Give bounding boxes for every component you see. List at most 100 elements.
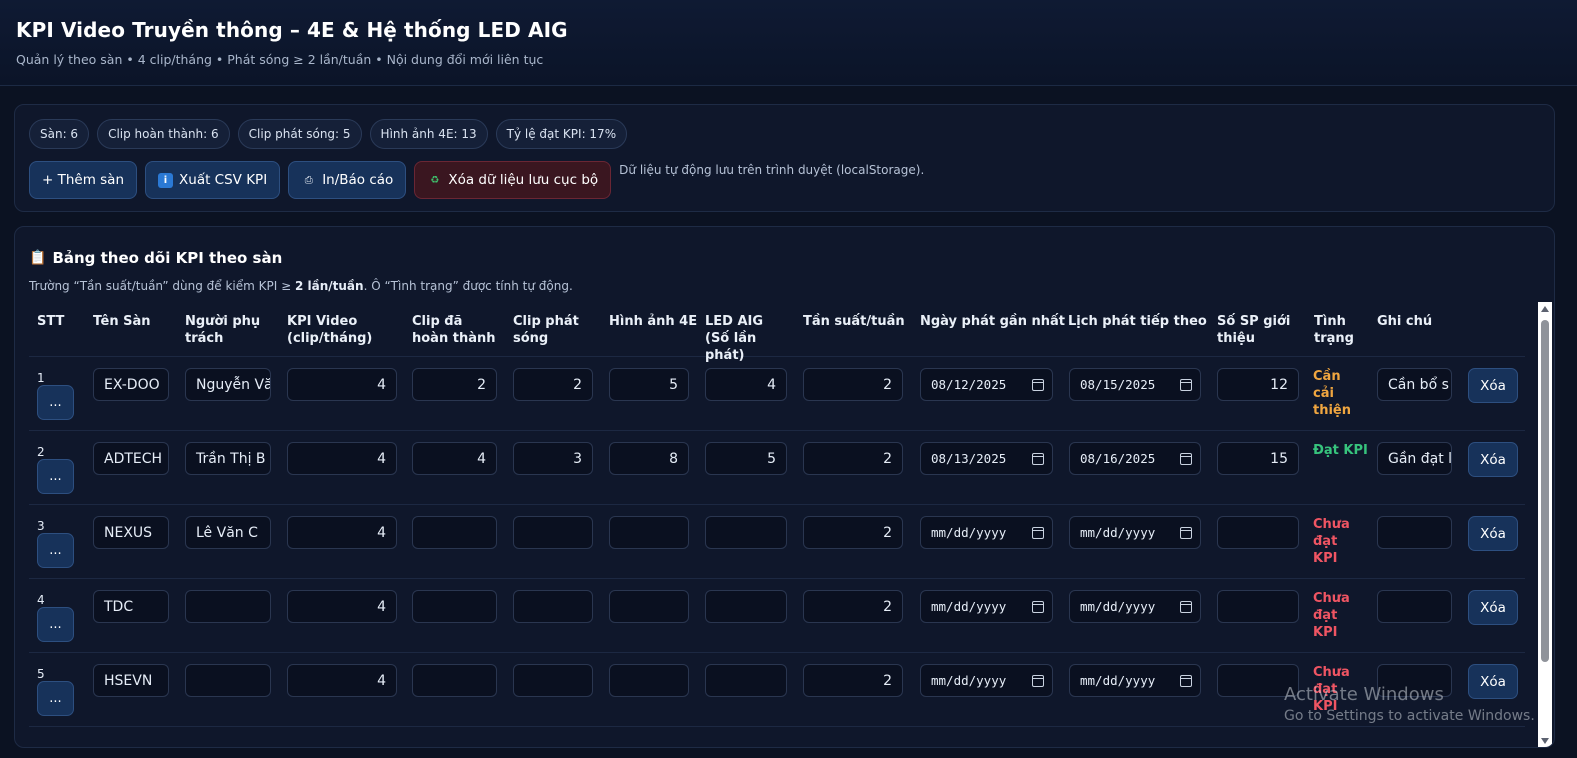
ghi-chu-input[interactable] — [1377, 590, 1452, 623]
row-menu-button[interactable]: ... — [37, 533, 74, 568]
table-row: 2... ADTECH Trần Thị B 4 4 3 8 5 2 08/13/2025 08/1… — [29, 431, 1525, 505]
stat-chip-san: Sàn: 6 — [29, 119, 90, 149]
row-menu-button[interactable]: ... — [37, 385, 74, 420]
so-sp-input[interactable]: 12 — [1217, 368, 1299, 401]
delete-row-button[interactable]: Xóa — [1468, 442, 1518, 477]
clip-hoan-thanh-input[interactable] — [412, 516, 497, 549]
ngay-phat-input[interactable]: mm/dd/yyyy — [920, 590, 1053, 623]
clip-phat-song-input[interactable] — [513, 516, 593, 549]
lich-phat-input[interactable]: mm/dd/yyyy — [1069, 516, 1201, 549]
table-scrollbar[interactable] — [1538, 302, 1552, 747]
clip-hoan-thanh-input[interactable]: 4 — [412, 442, 497, 475]
hinh-anh-4e-input[interactable] — [609, 516, 689, 549]
nguoi-phu-trach-input[interactable] — [185, 590, 271, 623]
row-stt: 5 — [37, 667, 45, 681]
lich-phat-input[interactable]: 08/15/2025 — [1069, 368, 1201, 401]
tan-suat-input[interactable]: 2 — [803, 442, 903, 475]
delete-row-button[interactable]: Xóa — [1468, 368, 1518, 403]
clip-phat-song-input[interactable]: 3 — [513, 442, 593, 475]
ten-san-input[interactable]: NEXUS — [93, 516, 169, 549]
calendar-icon[interactable] — [1032, 378, 1044, 391]
scroll-up-arrow[interactable] — [1541, 306, 1549, 312]
so-sp-input[interactable] — [1217, 516, 1299, 549]
row-menu-button[interactable]: ... — [37, 681, 74, 716]
led-aig-input[interactable]: 4 — [705, 368, 787, 401]
calendar-icon[interactable] — [1032, 526, 1044, 539]
clip-hoan-thanh-input[interactable] — [412, 664, 497, 697]
led-aig-input[interactable]: 5 — [705, 442, 787, 475]
led-aig-input[interactable] — [705, 590, 787, 623]
calendar-icon[interactable] — [1180, 378, 1192, 391]
calendar-icon[interactable] — [1032, 452, 1044, 465]
clip-phat-song-input[interactable] — [513, 664, 593, 697]
row-stt: 2 — [37, 445, 45, 459]
export-csv-button[interactable]: i Xuất CSV KPI — [145, 161, 281, 199]
tan-suat-input[interactable]: 2 — [803, 664, 903, 697]
led-aig-input[interactable] — [705, 664, 787, 697]
ten-san-input[interactable]: EX-DOO — [93, 368, 169, 401]
calendar-icon[interactable] — [1180, 674, 1192, 687]
hinh-anh-4e-input[interactable] — [609, 590, 689, 623]
row-menu-button[interactable]: ... — [37, 459, 74, 494]
hinh-anh-4e-input[interactable]: 8 — [609, 442, 689, 475]
kpi-video-input[interactable]: 4 — [287, 368, 397, 401]
ten-san-input[interactable]: HSEVN — [93, 664, 169, 697]
nguoi-phu-trach-input[interactable]: Lê Văn C — [185, 516, 271, 549]
hinh-anh-4e-input[interactable] — [609, 664, 689, 697]
table-desc-suffix: . Ô “Tình trạng” được tính tự động. — [363, 279, 573, 293]
row-menu-button[interactable]: ... — [37, 607, 74, 642]
ngay-phat-input[interactable]: mm/dd/yyyy — [920, 516, 1053, 549]
nguoi-phu-trach-input[interactable] — [185, 664, 271, 697]
clipboard-icon: 📋 — [29, 250, 47, 266]
ten-san-input[interactable]: TDC — [93, 590, 169, 623]
scroll-down-arrow[interactable] — [1541, 738, 1549, 744]
calendar-icon[interactable] — [1180, 600, 1192, 613]
delete-row-button[interactable]: Xóa — [1468, 516, 1518, 551]
delete-row-button[interactable]: Xóa — [1468, 590, 1518, 625]
print-report-button[interactable]: ⎙ In/Báo cáo — [288, 161, 407, 199]
lich-phat-input[interactable]: 08/16/2025 — [1069, 442, 1201, 475]
clear-storage-button[interactable]: ♻ Xóa dữ liệu lưu cục bộ — [414, 161, 612, 199]
ngay-phat-input-value: 08/13/2025 — [931, 451, 1007, 466]
so-sp-input[interactable]: 15 — [1217, 442, 1299, 475]
kpi-video-input[interactable]: 4 — [287, 516, 397, 549]
calendar-icon[interactable] — [1032, 674, 1044, 687]
col-header-hinh-anh-4e: Hình ảnh 4E — [609, 314, 698, 329]
ghi-chu-input[interactable]: Cần bổ s — [1377, 368, 1452, 401]
table-title: 📋 Bảng theo dõi KPI theo sàn — [29, 249, 282, 267]
ngay-phat-input[interactable]: 08/12/2025 — [920, 368, 1053, 401]
tan-suat-input[interactable]: 2 — [803, 590, 903, 623]
clip-phat-song-input[interactable]: 2 — [513, 368, 593, 401]
ngay-phat-input[interactable]: mm/dd/yyyy — [920, 664, 1053, 697]
led-aig-input[interactable] — [705, 516, 787, 549]
kpi-video-input[interactable]: 4 — [287, 590, 397, 623]
calendar-icon[interactable] — [1032, 600, 1044, 613]
table-description: Trường “Tần suất/tuần” dùng để kiểm KPI … — [29, 279, 573, 293]
kpi-table: STT Tên Sàn Người phụ trách KPI Video (c… — [29, 303, 1525, 727]
calendar-icon[interactable] — [1180, 526, 1192, 539]
kpi-video-input[interactable]: 4 — [287, 664, 397, 697]
hinh-anh-4e-input[interactable]: 5 — [609, 368, 689, 401]
tan-suat-input[interactable]: 2 — [803, 516, 903, 549]
ngay-phat-input[interactable]: 08/13/2025 — [920, 442, 1053, 475]
so-sp-input[interactable] — [1217, 590, 1299, 623]
ghi-chu-input[interactable] — [1377, 516, 1452, 549]
ghi-chu-input[interactable]: Gần đạt l — [1377, 442, 1452, 475]
lich-phat-input[interactable]: mm/dd/yyyy — [1069, 664, 1201, 697]
kpi-video-input[interactable]: 4 — [287, 442, 397, 475]
clip-hoan-thanh-input[interactable] — [412, 590, 497, 623]
ten-san-input[interactable]: ADTECH — [93, 442, 169, 475]
lich-phat-input[interactable]: mm/dd/yyyy — [1069, 590, 1201, 623]
clip-hoan-thanh-input[interactable]: 2 — [412, 368, 497, 401]
ngay-phat-input-value: mm/dd/yyyy — [931, 673, 1007, 688]
tan-suat-input[interactable]: 2 — [803, 368, 903, 401]
windows-activation-watermark: Activate Windows Go to Settings to activ… — [1284, 684, 1535, 724]
scroll-thumb[interactable] — [1541, 320, 1549, 662]
calendar-icon[interactable] — [1180, 452, 1192, 465]
nguoi-phu-trach-input[interactable]: Trần Thị B — [185, 442, 271, 475]
add-san-button[interactable]: + Thêm sàn — [29, 161, 138, 199]
clip-phat-song-input[interactable] — [513, 590, 593, 623]
action-bar: + Thêm sàn i Xuất CSV KPI ⎙ In/Báo cáo ♻… — [29, 161, 924, 199]
add-san-label: + Thêm sàn — [42, 172, 125, 188]
nguoi-phu-trach-input[interactable]: Nguyễn Vă — [185, 368, 271, 401]
